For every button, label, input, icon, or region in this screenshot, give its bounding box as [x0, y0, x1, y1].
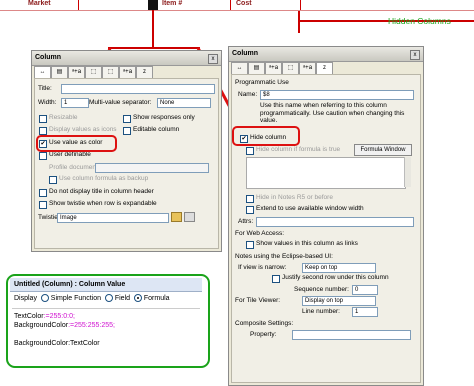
property-select[interactable]: [292, 330, 411, 340]
icons-checkbox[interactable]: [39, 127, 47, 135]
highlight-use-value-as-color: [36, 135, 117, 152]
hide-r5-label: Hide in Notes R5 or before: [256, 194, 333, 201]
multivalue-select[interactable]: None: [157, 98, 211, 108]
property-label: Property:: [250, 331, 277, 338]
resizable-checkbox[interactable]: [39, 115, 47, 123]
eclipse-ui-label: Notes using the Eclipse-based UI:: [235, 253, 333, 260]
width-label: Width:: [38, 99, 57, 106]
panel-title: Column: [32, 51, 221, 66]
close-button[interactable]: x: [208, 54, 218, 64]
name-help-text: Use this name when referring to this col…: [260, 102, 405, 124]
no-title-checkbox[interactable]: [39, 189, 47, 197]
tile-viewer-select[interactable]: Display on top: [302, 296, 376, 306]
highlight-hide-column: [232, 126, 300, 146]
panel-tabs: ↔ ▤ ᵃ+a ⬚ ⬚ ᵃ+a z: [34, 66, 219, 79]
extend-width-label: Extend to use available window width: [256, 205, 364, 212]
no-title-label: Do not display title in column header: [49, 188, 154, 195]
multivalue-label: Multi-value separator:: [89, 99, 152, 106]
column-properties-panel-right: Column x ↔ ▤ ᵃ+a ⬚ ᵃ+a z Programmatic Us…: [228, 46, 424, 386]
programmatic-use-label: Programmatic Use: [235, 79, 289, 86]
show-as-links-checkbox[interactable]: [246, 241, 254, 249]
folder-icon[interactable]: [171, 212, 182, 222]
panel-body: Title: Width: 1 Multi-value separator: N…: [34, 78, 219, 249]
show-responses-label: Show responses only: [133, 114, 195, 121]
show-responses-checkbox[interactable]: [123, 115, 131, 123]
justify-row-checkbox[interactable]: [272, 275, 280, 283]
width-field[interactable]: 1: [61, 98, 89, 108]
show-as-links-label: Show values in this column as links: [256, 240, 358, 247]
twistie-label: Twistie: [38, 214, 58, 221]
view-narrow-select[interactable]: Keep on top: [302, 263, 376, 273]
twistie-field[interactable]: Image: [57, 213, 169, 223]
user-definable-checkbox[interactable]: [39, 152, 47, 160]
sequence-field[interactable]: 0: [352, 285, 378, 295]
composite-settings-label: Composite Settings:: [235, 320, 294, 327]
close-button[interactable]: x: [410, 50, 420, 60]
formula-window-button[interactable]: Formula Window: [354, 144, 412, 156]
attrs-label: Attrs:: [238, 218, 254, 225]
editable-column-checkbox[interactable]: [123, 127, 131, 135]
line-number-label: Line number:: [302, 308, 340, 315]
name-label: Name:: [238, 91, 258, 98]
justify-row-label: Justify second row under this column: [282, 274, 389, 281]
clear-icon[interactable]: [184, 212, 195, 222]
profile-document-field[interactable]: [95, 163, 209, 173]
title-label: Title:: [38, 85, 52, 92]
title-field[interactable]: [61, 84, 215, 94]
highlight-formula-window: [6, 274, 210, 368]
editable-column-label: Editable column: [133, 126, 180, 133]
hide-if-formula-checkbox[interactable]: [246, 147, 254, 155]
web-access-label: For Web Access:: [235, 230, 285, 237]
user-definable-label: User definable: [49, 151, 91, 158]
resizable-label: Resizable: [49, 114, 78, 121]
extend-width-checkbox[interactable]: [246, 206, 254, 214]
profile-document-label: Profile document: [49, 164, 98, 171]
hide-formula-textarea[interactable]: [246, 157, 406, 189]
tile-viewer-label: For Tile Viewer:: [235, 297, 281, 304]
panel-tabs: ↔ ▤ ᵃ+a ⬚ ᵃ+a z: [231, 62, 421, 75]
sequence-label: Sequence number:: [294, 286, 349, 293]
twistie-checkbox[interactable]: [39, 201, 47, 209]
hide-r5-checkbox[interactable]: [246, 195, 254, 203]
view-narrow-label: If view is narrow:: [238, 264, 287, 271]
attrs-field[interactable]: [256, 217, 414, 227]
panel-title: Column: [229, 47, 423, 62]
hide-if-formula-label: Hide column if formula is true: [256, 146, 341, 153]
formula-backup-checkbox[interactable]: [49, 176, 57, 184]
formula-backup-label: Use column formula as backup: [59, 175, 149, 182]
line-number-field[interactable]: 1: [352, 307, 378, 317]
scrollbar[interactable]: [404, 157, 411, 187]
name-field[interactable]: $8: [260, 90, 414, 100]
twistie-expand-label: Show twistie when row is expandable: [49, 200, 157, 207]
icons-label: Display values as icons: [49, 126, 117, 133]
panel-body: Programmatic Use Name: $8 Use this name …: [231, 74, 421, 383]
